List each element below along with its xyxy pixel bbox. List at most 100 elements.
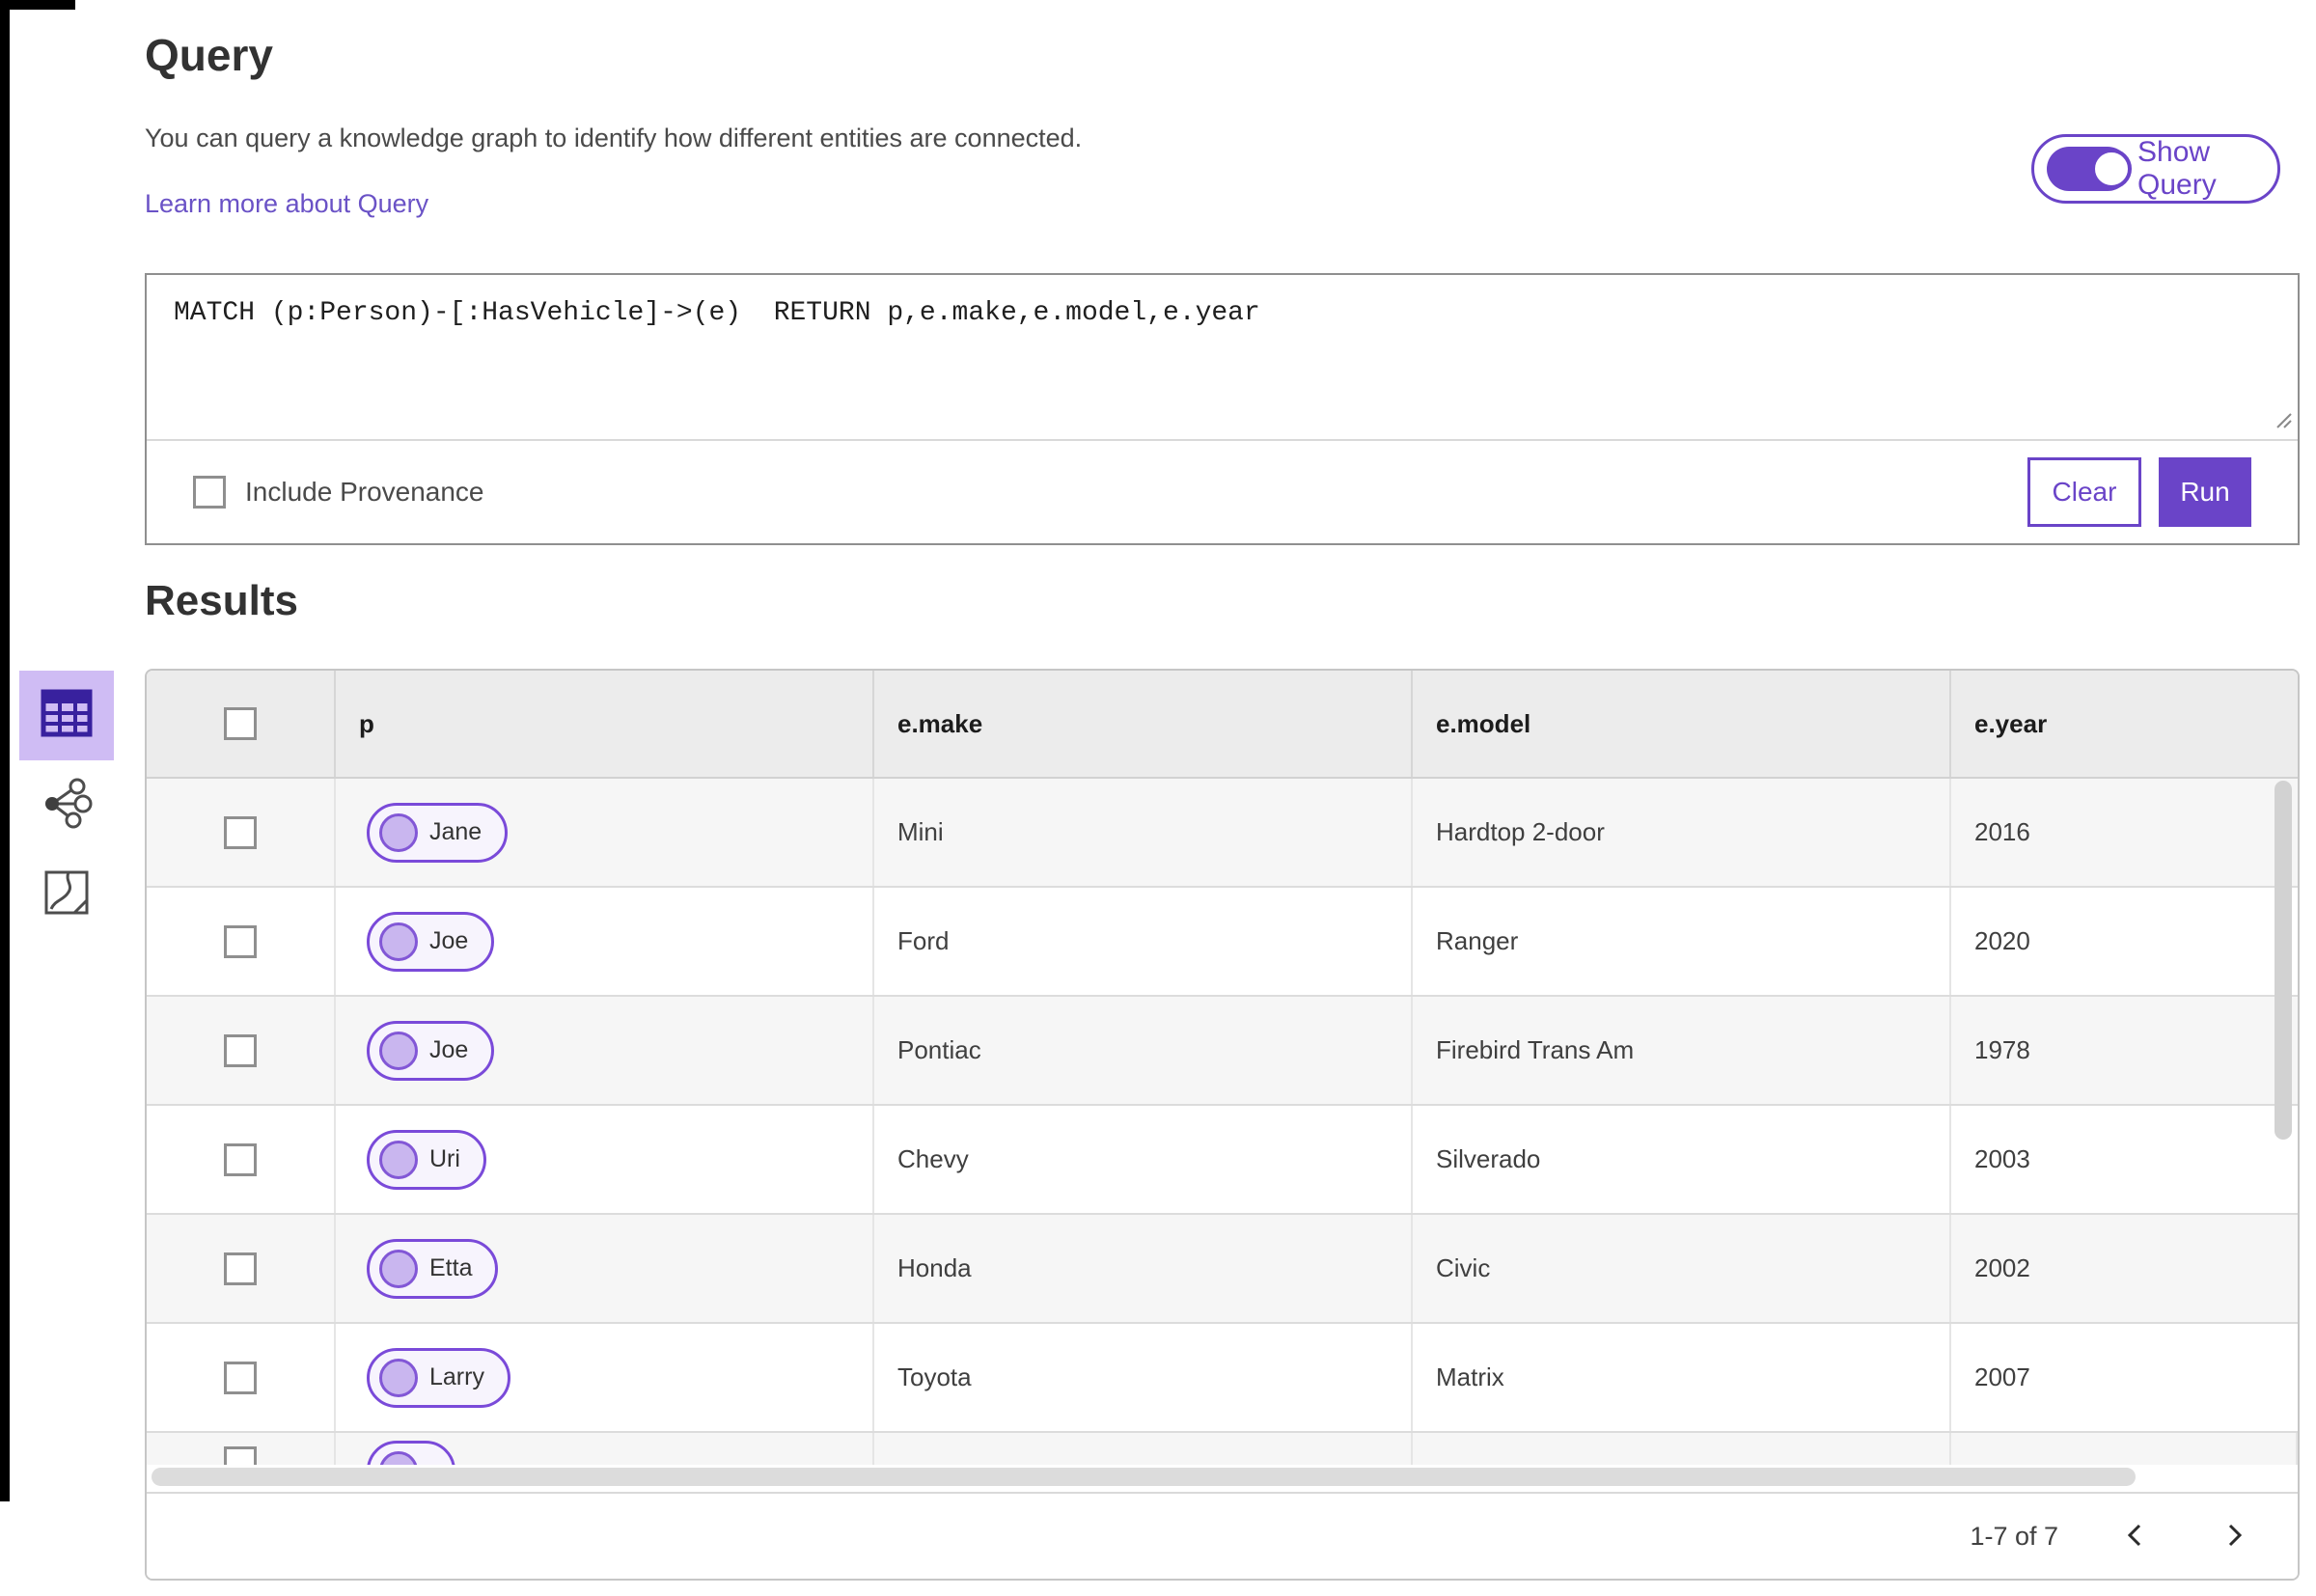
person-node-icon (379, 1451, 418, 1465)
window-edge-left (0, 0, 10, 1501)
person-node-icon (379, 1031, 418, 1070)
cell-year: 1978 (1974, 1035, 2030, 1064)
cell-model: Ranger (1413, 888, 1951, 995)
table-row[interactable]: Uri Chevy Silverado 2003 (147, 1106, 2298, 1215)
person-chip-label: Joe (429, 927, 469, 954)
table-row[interactable]: Larry Toyota Matrix 2007 (147, 1324, 2298, 1433)
row-checkbox[interactable] (224, 1142, 257, 1176)
cell-p: Larry (336, 1324, 874, 1431)
table-row[interactable]: Jane Mini Hardtop 2-door 2016 (147, 779, 2298, 888)
row-checkbox[interactable] (224, 1252, 257, 1285)
cell-make: Ford (874, 888, 1413, 995)
table-row[interactable]: Joe Ford Ranger 2020 (147, 888, 2298, 997)
resize-handle-icon[interactable] (2272, 408, 2293, 434)
cell-make: Chevy (874, 1106, 1413, 1213)
horizontal-scrollbar-thumb[interactable] (152, 1468, 2136, 1486)
person-node-icon (379, 922, 418, 961)
cell-year: 2002 (1974, 1253, 2030, 1282)
query-actions: Clear Run (2027, 457, 2251, 527)
person-chip-label: Joe (429, 1036, 469, 1063)
table-body: Jane Mini Hardtop 2-door 2016 Joe Ford R… (147, 779, 2298, 1433)
table-view-button[interactable] (19, 671, 114, 760)
person-chip[interactable]: Joe (367, 1020, 495, 1081)
query-editor-panel: MATCH (p:Person)-[:HasVehicle]->(e) RETU… (145, 273, 2300, 545)
header-cell-make[interactable]: e.make (874, 671, 1413, 777)
person-chip[interactable]: Etta (367, 1238, 499, 1299)
horizontal-scrollbar (147, 1465, 2298, 1492)
cell-year: 2016 (1974, 817, 2030, 846)
include-provenance-option[interactable]: Include Provenance (193, 476, 484, 509)
header-cell-year[interactable]: e.year (1951, 671, 2298, 777)
cell-model: Civic (1413, 1215, 1951, 1322)
cell-model: Hardtop 2-door (1413, 779, 1951, 886)
row-checkbox[interactable] (224, 815, 257, 849)
person-chip[interactable]: Larry (367, 1347, 510, 1408)
table-row-partial (147, 1433, 2298, 1465)
cell-year: 2020 (1974, 926, 2030, 955)
toggle-knob (2091, 149, 2132, 189)
cell-year: 2007 (1974, 1362, 2030, 1391)
show-query-toggle[interactable]: Show Query (2031, 134, 2280, 204)
results-view-switcher (19, 671, 114, 940)
row-checkbox[interactable] (224, 1361, 257, 1394)
person-chip[interactable]: Uri (367, 1129, 486, 1190)
cell-make: Pontiac (874, 997, 1413, 1104)
cell-model: Silverado (1413, 1106, 1951, 1213)
header-cell-model[interactable]: e.model (1413, 671, 1951, 777)
results-table: p e.make e.model e.year Jane Mini Hardto… (145, 669, 2300, 1581)
row-select-cell (147, 1324, 336, 1431)
person-node-icon (379, 812, 418, 852)
vertical-scrollbar-thumb[interactable] (2275, 781, 2292, 1140)
cell-p: Joe (336, 888, 874, 995)
map-view-button[interactable] (19, 850, 114, 940)
cell-p: Uri (336, 1106, 874, 1213)
run-button[interactable]: Run (2159, 457, 2251, 527)
cell-year: 2003 (1974, 1144, 2030, 1173)
include-provenance-label: Include Provenance (245, 477, 484, 507)
toggle-switch[interactable] (2047, 147, 2132, 191)
row-select-cell (147, 888, 336, 995)
previous-page-button[interactable] (2114, 1515, 2157, 1557)
header-cell-p[interactable]: p (336, 671, 874, 777)
chevron-right-icon (2220, 1520, 2247, 1554)
row-select-cell (147, 997, 336, 1104)
row-select-cell (147, 1106, 336, 1213)
person-node-icon (379, 1358, 418, 1397)
page-title: Query (145, 30, 273, 80)
person-chip[interactable]: Joe (367, 911, 495, 972)
table-view-icon (40, 688, 94, 743)
include-provenance-checkbox[interactable] (193, 476, 226, 509)
cell-p: Jane (336, 779, 874, 886)
link-chart-view-icon (41, 777, 93, 834)
table-row[interactable]: Joe Pontiac Firebird Trans Am 1978 (147, 997, 2298, 1106)
row-checkbox[interactable] (224, 1033, 257, 1067)
learn-more-link[interactable]: Learn more about Query (145, 189, 428, 219)
row-checkbox[interactable] (224, 924, 257, 958)
cell-model: Firebird Trans Am (1413, 997, 1951, 1104)
table-footer: 1-7 of 7 (147, 1492, 2298, 1579)
results-title: Results (145, 577, 298, 624)
table-header-row: p e.make e.model e.year (147, 671, 2298, 779)
map-view-icon (42, 868, 91, 922)
chevron-left-icon (2122, 1520, 2149, 1554)
cell-make: Honda (874, 1215, 1413, 1322)
person-chip[interactable]: Jane (367, 802, 509, 863)
select-all-checkbox[interactable] (224, 707, 257, 740)
cell-p: Etta (336, 1215, 874, 1322)
person-chip[interactable] (367, 1441, 455, 1465)
cell-make: Toyota (874, 1324, 1413, 1431)
window-edge-top (0, 0, 75, 10)
person-chip-label: Etta (429, 1254, 473, 1281)
query-input[interactable]: MATCH (p:Person)-[:HasVehicle]->(e) RETU… (147, 275, 2298, 441)
row-select-cell (147, 779, 336, 886)
table-row[interactable]: Etta Honda Civic 2002 (147, 1215, 2298, 1324)
link-chart-view-button[interactable] (19, 760, 114, 850)
clear-button[interactable]: Clear (2027, 457, 2141, 527)
pagination-label: 1-7 of 7 (1970, 1521, 2058, 1551)
cell-model: Matrix (1413, 1324, 1951, 1431)
next-page-button[interactable] (2213, 1515, 2255, 1557)
row-checkbox[interactable] (224, 1446, 257, 1465)
header-select-cell (147, 671, 336, 777)
person-chip-label: Uri (429, 1145, 460, 1172)
cell-p: Joe (336, 997, 874, 1104)
